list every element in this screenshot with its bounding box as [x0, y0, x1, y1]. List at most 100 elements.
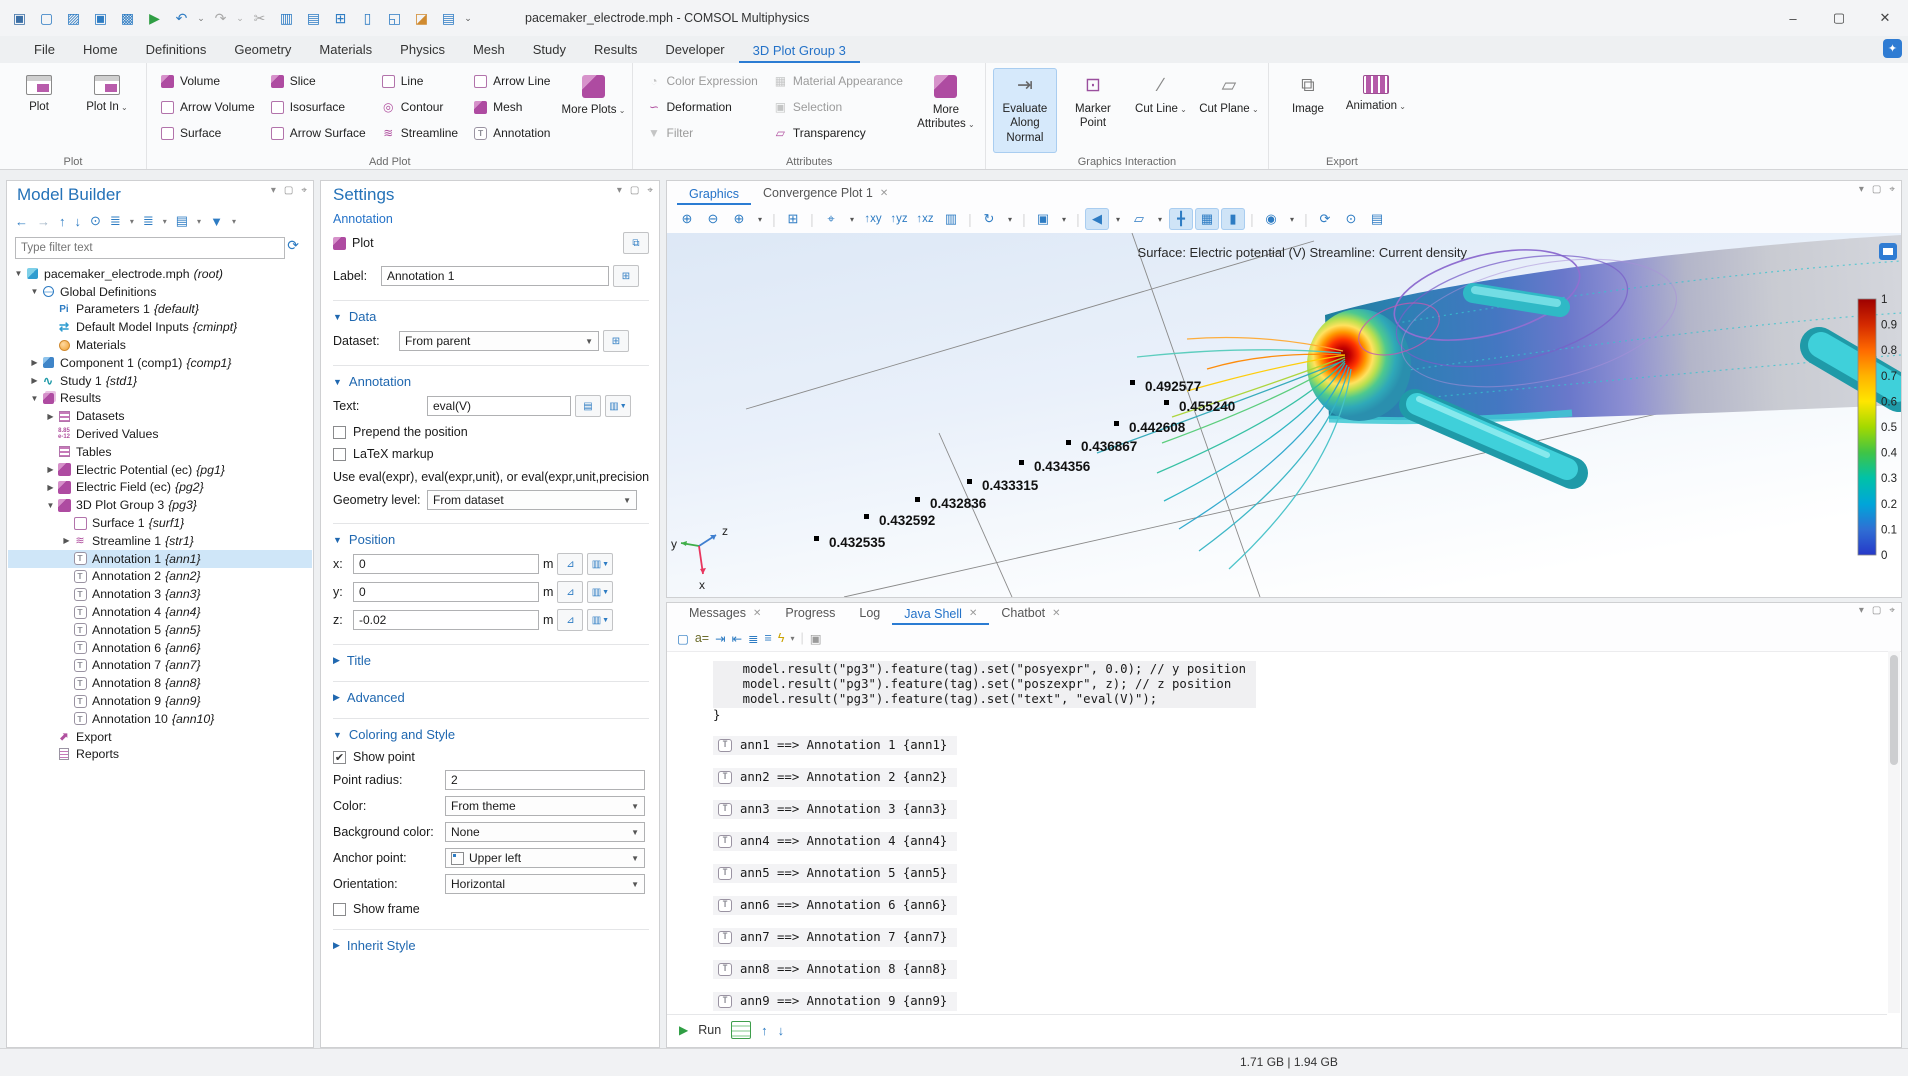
model-tree-nodes-icon[interactable]: ▤	[176, 213, 188, 229]
tree-item-electric-potential-ec-[interactable]: ▶Electric Potential (ec){pg1}	[8, 461, 312, 479]
close-button[interactable]: ✕	[1862, 0, 1908, 36]
ribbon-item-transparency[interactable]: ▱Transparency	[767, 120, 910, 146]
zoom-extents-icon[interactable]: ⊞	[781, 208, 805, 230]
tree-item-surface-1[interactable]: Surface 1{surf1}	[8, 514, 312, 532]
menu-results[interactable]: Results	[580, 38, 651, 63]
expand-icon[interactable]: ▶	[60, 536, 73, 545]
scrollbar-thumb[interactable]	[1890, 655, 1898, 765]
close-icon[interactable]: ✕	[753, 608, 761, 619]
chevron-down-icon[interactable]: ▾	[1003, 208, 1017, 230]
pin-panel-icon[interactable]: ⌖	[647, 185, 653, 196]
rename-button[interactable]: ⊞	[613, 265, 639, 287]
split-button[interactable]: ▥▼	[587, 609, 613, 631]
caret-icon[interactable]: ▾	[232, 217, 236, 226]
show-grid-icon[interactable]: ▦	[1195, 208, 1219, 230]
expand-icon[interactable]: ▶	[28, 376, 41, 385]
split-view-button[interactable]: ▥▼	[605, 395, 631, 417]
geometry-level-select[interactable]: From dataset▼	[427, 490, 637, 510]
ribbon-item-arrow-line[interactable]: Arrow Line	[467, 68, 557, 94]
assignments-icon[interactable]: a=	[695, 631, 709, 645]
section-data[interactable]: ▼ Data	[333, 300, 649, 324]
tree-item-component-1-comp1-[interactable]: ▶Component 1 (comp1){comp1}	[8, 354, 312, 372]
transparency-icon[interactable]: ▱	[1127, 208, 1151, 230]
position-x-input[interactable]	[353, 554, 539, 574]
save-icon[interactable]: ▣	[87, 5, 114, 31]
comsol-logo-icon[interactable]: ▣	[6, 5, 33, 31]
tree-item-pacemaker-electrode-mph[interactable]: ▼pacemaker_electrode.mph(root)	[8, 265, 312, 283]
view-xy-icon[interactable]: ↑xy	[861, 208, 885, 230]
console-tab-java-shell[interactable]: Java Shell✕	[892, 604, 989, 626]
snapshot-icon[interactable]: ⊙	[1339, 208, 1363, 230]
caret-icon[interactable]: ▾	[163, 217, 167, 226]
stop-icon[interactable]: ▣	[810, 631, 822, 646]
tree-item-materials[interactable]: Materials	[8, 336, 312, 354]
tree-item-electric-field-ec-[interactable]: ▶Electric Field (ec){pg2}	[8, 479, 312, 497]
caret-icon[interactable]: ▾	[790, 634, 794, 643]
tree-item-3d-plot-group-3[interactable]: ▼3D Plot Group 3{pg3}	[8, 496, 312, 514]
select-box-icon[interactable]: ◱	[381, 5, 408, 31]
float-panel-icon[interactable]: ▢	[630, 185, 639, 196]
tree-item-annotation-7[interactable]: TAnnotation 7{ann7}	[8, 657, 312, 675]
range-button[interactable]: ⊿	[557, 581, 583, 603]
go-to-default-view-icon[interactable]: ⌖	[819, 208, 843, 230]
caret-icon[interactable]: ▾	[130, 217, 134, 226]
tree-item-annotation-8[interactable]: TAnnotation 8{ann8}	[8, 674, 312, 692]
menu-definitions[interactable]: Definitions	[132, 38, 221, 63]
tree-item-results[interactable]: ▼Results	[8, 390, 312, 408]
ribbon-button-image[interactable]: ⧉Image	[1276, 68, 1340, 153]
rotate-icon[interactable]: ↻	[977, 208, 1001, 230]
panel-menu-icon[interactable]: ▾	[1859, 605, 1864, 616]
tree-item-global-definitions[interactable]: ▼Global Definitions	[8, 283, 312, 301]
shell-scrollbar[interactable]	[1888, 651, 1900, 1013]
close-icon[interactable]: ✕	[969, 608, 977, 619]
prepend-position-checkbox[interactable]	[333, 426, 346, 439]
split-button[interactable]: ▥▼	[587, 581, 613, 603]
background-color-select[interactable]: None▼	[445, 822, 645, 842]
tree-item-annotation-3[interactable]: TAnnotation 3{ann3}	[8, 585, 312, 603]
show-point-checkbox[interactable]: ✔	[333, 751, 346, 764]
expand-all-icon[interactable]: ≣	[110, 213, 121, 229]
sound-icon[interactable]: ◀	[1085, 208, 1109, 230]
menu-physics[interactable]: Physics	[386, 38, 459, 63]
run-lightning-icon[interactable]: ϟ	[778, 631, 785, 645]
redo-icon[interactable]: ↷	[207, 5, 234, 31]
ribbon-item-volume[interactable]: Volume	[154, 68, 262, 94]
console-tab-progress[interactable]: Progress	[773, 603, 847, 625]
tree-item-annotation-9[interactable]: TAnnotation 9{ann9}	[8, 692, 312, 710]
ribbon-button-marker-point[interactable]: ⊡Marker Point	[1061, 68, 1125, 153]
save-as-icon[interactable]: ▩	[114, 5, 141, 31]
tree-item-annotation-2[interactable]: TAnnotation 2{ann2}	[8, 568, 312, 586]
paste-icon[interactable]: ▤	[300, 5, 327, 31]
menu-geometry[interactable]: Geometry	[220, 38, 305, 63]
position-y-input[interactable]	[353, 582, 539, 602]
ribbon-button-more-plots[interactable]: More Plots ⌄	[561, 68, 625, 153]
plot-window-icon[interactable]	[1879, 243, 1897, 260]
java-shell-console[interactable]: model.result("pg3").feature(tag).set("po…	[667, 651, 1887, 1013]
expand-icon[interactable]: ▶	[44, 412, 57, 421]
print-icon[interactable]: ▤	[1365, 208, 1389, 230]
pin-panel-icon[interactable]: ⌖	[1889, 184, 1895, 195]
show-ruler-icon[interactable]: ▮	[1221, 208, 1245, 230]
open-file-icon[interactable]: ▨	[60, 5, 87, 31]
section-title[interactable]: ▶ Title	[333, 644, 649, 668]
expand-icon[interactable]: ▶	[44, 465, 57, 474]
run-button[interactable]: Run	[698, 1023, 721, 1037]
tree-item-default-model-inputs[interactable]: ⇄Default Model Inputs{cminpt}	[8, 318, 312, 336]
menu-materials[interactable]: Materials	[305, 38, 386, 63]
menu-study[interactable]: Study	[519, 38, 580, 63]
preview-report-icon[interactable]: ▤	[435, 5, 462, 31]
maximize-button[interactable]: ▢	[1816, 0, 1862, 36]
tree-item-reports[interactable]: Reports	[8, 746, 312, 764]
chevron-down-icon[interactable]: ▾	[753, 208, 767, 230]
tree-item-tables[interactable]: Tables	[8, 443, 312, 461]
ribbon-item-arrow-volume[interactable]: Arrow Volume	[154, 94, 262, 120]
collapse-icon[interactable]: ▼	[44, 501, 57, 510]
duplicate-icon[interactable]: ⊞	[327, 5, 354, 31]
history-up-icon[interactable]: ↑	[761, 1023, 768, 1038]
delete-icon[interactable]: ▯	[354, 5, 381, 31]
show-frame-checkbox[interactable]	[333, 903, 346, 916]
expression-button[interactable]: ▤	[575, 395, 601, 417]
plot-canvas[interactable]: Surface: Electric potential (V) Streamli…	[667, 233, 1901, 597]
chevron-down-icon[interactable]: ▾	[1111, 208, 1125, 230]
caret-icon[interactable]: ▾	[197, 217, 201, 226]
